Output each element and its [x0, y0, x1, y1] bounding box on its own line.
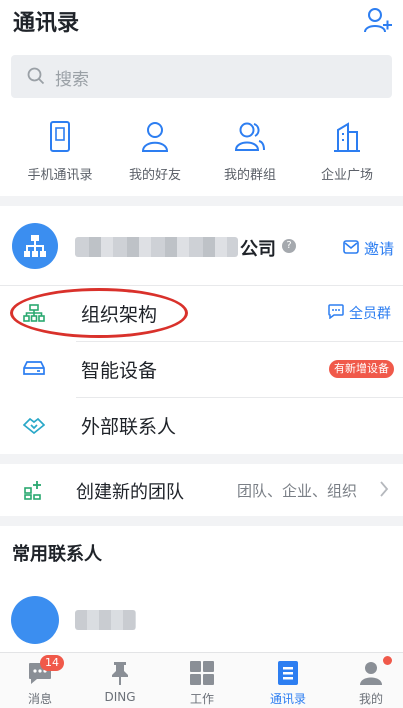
smart-devices-row[interactable]: 智能设备 有新增设备 [0, 341, 403, 397]
profile-icon [360, 662, 382, 685]
question-icon[interactable]: ? [282, 239, 296, 253]
tab-ding[interactable]: DING [80, 653, 160, 708]
new-device-badge: 有新增设备 [329, 360, 394, 378]
divider [76, 341, 403, 342]
tab-label: 我的 [358, 692, 383, 706]
grid-icon [190, 661, 214, 685]
smart-devices-label: 智能设备 [81, 360, 158, 382]
avatar[interactable] [11, 596, 59, 644]
invite-label: 邀请 [364, 240, 395, 258]
tab-label: 工作 [189, 692, 214, 706]
chevron-right-icon [380, 481, 389, 497]
quick-link-label: 我的群组 [223, 168, 276, 183]
mail-icon [343, 240, 359, 254]
all-members-group-button[interactable]: 全员群 [328, 303, 391, 323]
search-icon [27, 67, 45, 85]
tab-mine[interactable]: 我的 [331, 653, 403, 708]
quick-link-friends[interactable]: 我的好友 [105, 120, 205, 190]
tab-bar: 14 消息 DING 工作 通讯录 我的 [0, 652, 403, 708]
pin-icon [112, 662, 128, 685]
divider [0, 285, 403, 286]
chat-bubble-icon [328, 304, 344, 319]
common-contacts-title: 常用联系人 [12, 544, 102, 565]
quick-link-phone-contacts[interactable]: 手机通讯录 [10, 120, 110, 190]
notification-dot [383, 656, 392, 665]
contacts-icon [278, 661, 298, 685]
tab-contacts[interactable]: 通讯录 [248, 653, 328, 708]
add-person-icon[interactable] [363, 6, 393, 34]
tab-messages[interactable]: 14 消息 [0, 653, 80, 708]
tab-label: 通讯录 [269, 692, 306, 706]
quick-link-label: 手机通讯录 [27, 168, 93, 183]
handshake-icon [23, 417, 45, 434]
org-chart-icon [24, 235, 46, 257]
quick-link-enterprise-square[interactable]: 企业广场 [297, 120, 397, 190]
add-team-icon [24, 481, 41, 500]
device-icon [23, 361, 45, 375]
annotation-ellipse [10, 288, 188, 338]
tab-label: 消息 [27, 692, 52, 706]
common-contacts-section: 常用联系人 [0, 526, 403, 652]
all-members-label: 全员群 [349, 306, 391, 322]
create-team-hint: 团队、企业、组织 [237, 482, 358, 500]
top-section: 通讯录 搜索 手机通讯录 我的好友 我的群组 企业广场 [0, 0, 403, 196]
unread-count-badge: 14 [40, 655, 64, 671]
building-icon [334, 122, 360, 152]
search-placeholder: 搜索 [55, 70, 89, 90]
external-contacts-row[interactable]: 外部联系人 [0, 397, 403, 453]
blurred-contact-name [75, 610, 136, 630]
tab-work[interactable]: 工作 [162, 653, 242, 708]
external-contacts-label: 外部联系人 [81, 416, 177, 438]
tab-label: DING [104, 690, 136, 704]
blurred-company-name [75, 237, 238, 257]
create-team-label: 创建新的团队 [76, 482, 184, 503]
organization-logo[interactable] [12, 223, 58, 269]
search-input[interactable]: 搜索 [11, 55, 392, 98]
quick-link-label: 我的好友 [128, 168, 181, 183]
person-icon [141, 122, 169, 152]
company-name-suffix: 公司 [240, 239, 276, 260]
phone-icon [50, 121, 70, 152]
quick-link-label: 企业广场 [320, 168, 373, 183]
divider [76, 397, 403, 398]
invite-button[interactable]: 邀请 [343, 238, 394, 259]
group-icon [234, 122, 265, 151]
create-team-row[interactable]: 创建新的团队 团队、企业、组织 [0, 464, 403, 516]
page-title: 通讯录 [13, 11, 80, 36]
quick-link-groups[interactable]: 我的群组 [200, 120, 300, 190]
